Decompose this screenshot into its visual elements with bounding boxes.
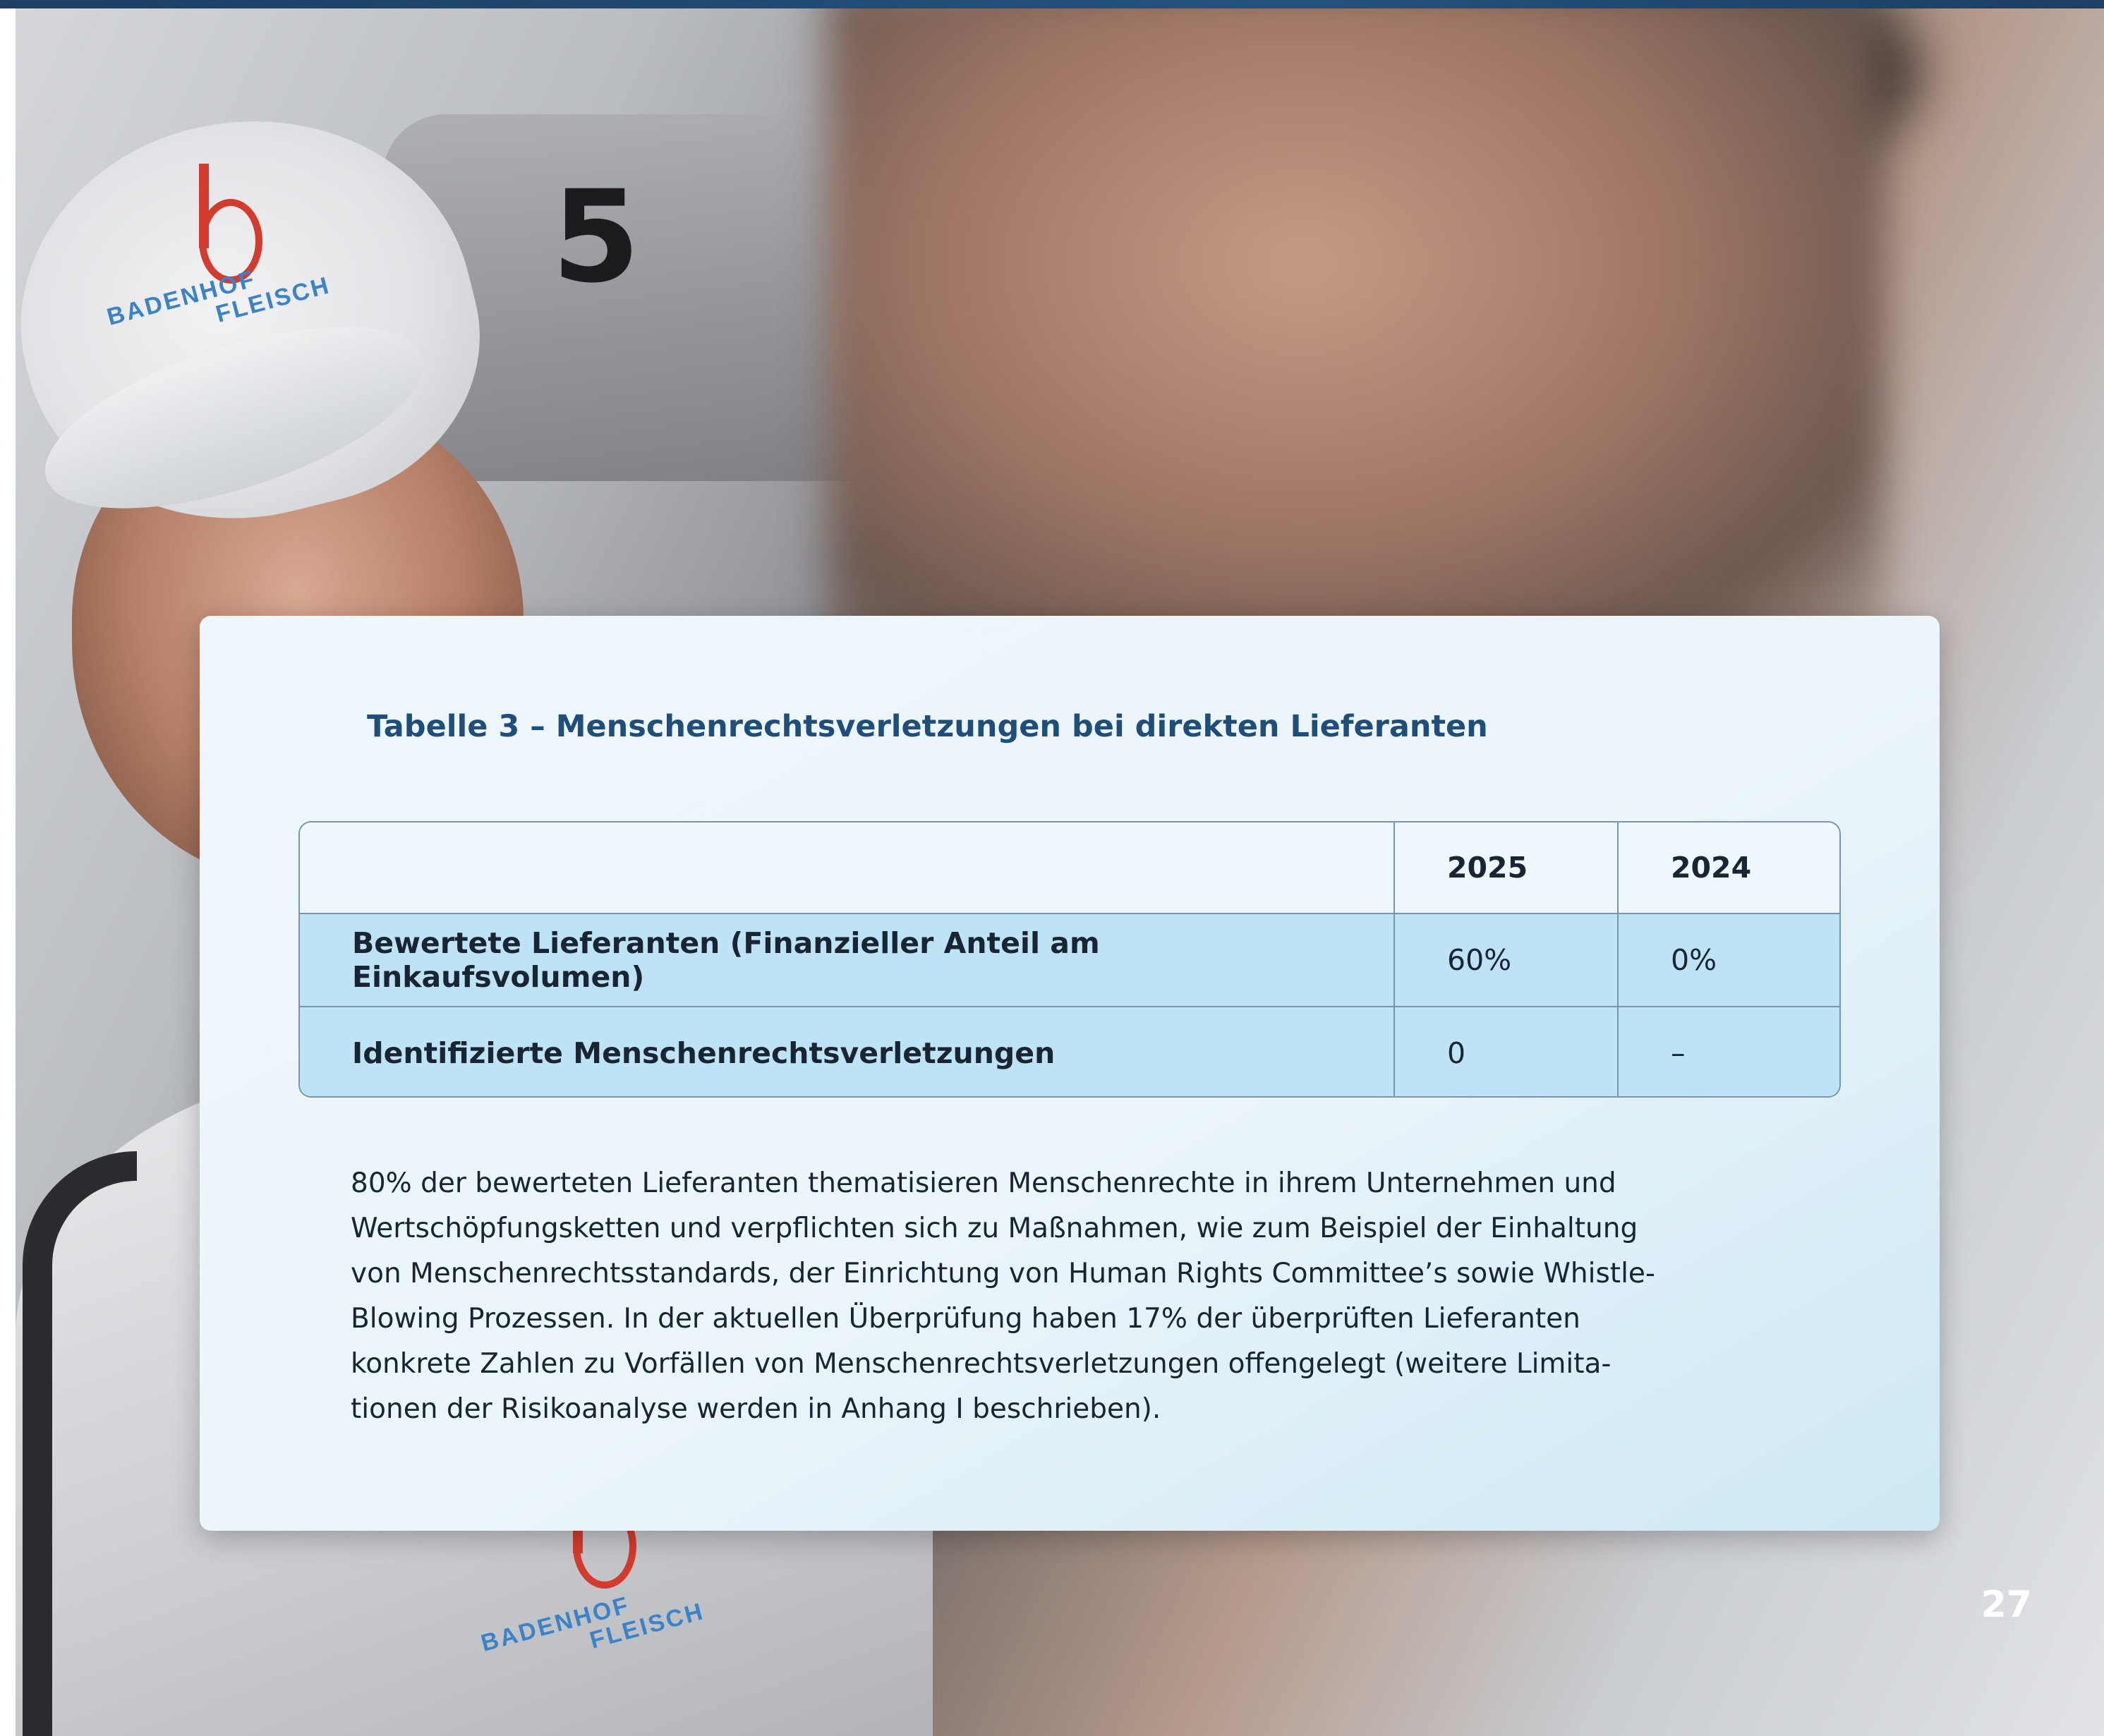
top-accent-bar <box>0 0 2104 8</box>
content-card: Tabelle 3 – Menschenrechtsverletzungen b… <box>200 616 1940 1531</box>
cap-logo: BADENHOF FLEISCH <box>65 164 361 368</box>
cell-violations-2024: – <box>1617 1006 1839 1096</box>
table-header-2024: 2024 <box>1617 823 1839 913</box>
dark-rail <box>23 1151 137 1736</box>
paragraph-line: konkrete Zahlen zu Vorfällen von Mensche… <box>351 1348 1612 1380</box>
paragraph-line: tionen der Risikoanalyse werden in Anhan… <box>351 1393 1161 1425</box>
human-rights-table: 2025 2024 Bewertete Lieferanten (Finanzi… <box>298 821 1841 1098</box>
page-number: 27 <box>1981 1584 2032 1626</box>
table-header-empty <box>300 823 1393 913</box>
paragraph-line: von Menschenrechtsstandards, der Einrich… <box>351 1258 1655 1289</box>
blurred-face-foreground <box>827 8 1885 686</box>
paragraph-line: Wertschöpfungsketten und verpflichten si… <box>351 1213 1638 1244</box>
row-label-assessed-suppliers: Bewertete Lieferanten (Finanzieller Ante… <box>300 913 1393 1006</box>
machine-number: 5 <box>552 164 641 311</box>
table-title: Tabelle 3 – Menschenrechtsverletzungen b… <box>367 709 1488 744</box>
paragraph-line: Blowing Prozessen. In der aktuellen Über… <box>351 1303 1580 1335</box>
paragraph-line: 80% der bewerteten Lieferanten thematisi… <box>351 1167 1616 1199</box>
body-paragraph: 80% der bewerteten Lieferanten thematisi… <box>351 1161 1748 1432</box>
cell-violations-2025: 0 <box>1393 1006 1617 1096</box>
row-label-violations: Identifizierte Menschenrechtsverletzunge… <box>300 1006 1393 1096</box>
left-margin-strip <box>0 8 16 1736</box>
cell-assessed-suppliers-2025: 60% <box>1393 913 1617 1006</box>
cell-assessed-suppliers-2024: 0% <box>1617 913 1839 1006</box>
table-header-2025: 2025 <box>1393 823 1617 913</box>
logo-wordmark: BADENHOF FLEISCH <box>478 1591 708 1657</box>
